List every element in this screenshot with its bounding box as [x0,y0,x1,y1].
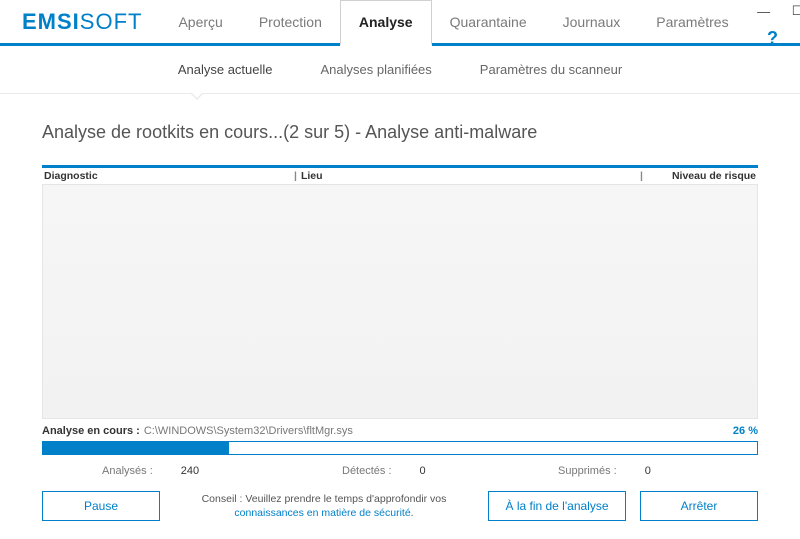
col-lieu: |Lieu [292,170,638,182]
maximize-button[interactable]: ☐ [781,0,800,22]
stat-detected: Détectés : 0 [302,465,538,477]
tip-suffix: . [411,507,414,519]
tab-journaux[interactable]: Journaux [545,0,639,43]
stat-deleted: Supprimés : 0 [538,465,758,477]
subtab-analyse-actuelle[interactable]: Analyse actuelle [178,62,273,77]
tab-label: Quarantaine [450,14,527,30]
subtab-analyses-planifiees[interactable]: Analyses planifiées [321,62,432,77]
tab-parametres[interactable]: Paramètres [638,0,746,43]
tab-label: Analyse [359,14,413,30]
brand-bold: EMSI [22,9,80,35]
footer-bar: Pause Conseil : Veuillez prendre le temp… [42,483,758,521]
help-icon: ? [767,28,778,48]
stat-value: 240 [181,465,199,477]
scan-stats: Analysés : 240 Détectés : 0 Supprimés : … [42,455,758,483]
brand-logo: EMSISOFT [0,0,160,43]
minimize-icon: — [757,4,770,19]
page-title: Analyse de rootkits en cours...(2 sur 5)… [42,122,758,143]
subtab-label: Analyse actuelle [178,62,273,77]
stat-value: 0 [420,465,426,477]
subtab-label: Analyses planifiées [321,62,432,77]
results-list[interactable] [42,184,758,419]
tip-link-label: connaissances en matière de sécurité [234,507,410,519]
stat-analysed: Analysés : 240 [42,465,302,477]
col-risque: | Niveau de risque [638,170,758,182]
stat-label: Supprimés : [558,465,617,477]
subtab-label: Paramètres du scanneur [480,62,622,77]
sub-nav: Analyse actuelle Analyses planifiées Par… [0,46,800,94]
topbar: EMSISOFT Aperçu Protection Analyse Quara… [0,0,800,46]
stat-label: Analysés : [102,465,153,477]
progress-bar-fill [43,442,229,454]
col-risque-label: Niveau de risque [672,170,756,182]
col-lieu-label: Lieu [301,170,323,182]
col-sep-icon: | [640,170,647,182]
stop-button[interactable]: Arrêter [640,491,758,521]
active-caret-icon [190,93,204,100]
tab-label: Journaux [563,14,621,30]
maximize-icon: ☐ [792,3,800,19]
tab-analyse[interactable]: Analyse [340,0,432,46]
col-diagnostic: Diagnostic [42,170,292,182]
button-label: Pause [84,499,118,513]
col-sep-icon: | [294,170,301,182]
content-area: Analyse de rootkits en cours...(2 sur 5)… [0,94,800,539]
main-nav: Aperçu Protection Analyse Quarantaine Jo… [160,0,746,43]
pause-button[interactable]: Pause [42,491,160,521]
app-window: EMSISOFT Aperçu Protection Analyse Quara… [0,0,800,539]
scan-status-line: Analyse en cours : C:\WINDOWS\System32\D… [42,419,758,437]
stat-value: 0 [645,465,651,477]
minimize-button[interactable]: — [747,0,781,22]
scan-current-path: C:\WINDOWS\System32\Drivers\fltMgr.sys [144,425,733,437]
brand-light: SOFT [80,9,143,35]
stat-label: Détectés : [342,465,392,477]
subtab-parametres-scanneur[interactable]: Paramètres du scanneur [480,62,622,77]
tab-label: Paramètres [656,14,728,30]
tab-apercu[interactable]: Aperçu [160,0,240,43]
scan-percent: 26 % [733,425,758,437]
tip-link[interactable]: connaissances en matière de sécurité [234,507,410,519]
button-label: Arrêter [681,499,718,513]
tab-label: Aperçu [178,14,222,30]
results-columns: Diagnostic |Lieu |Niveau de risque [42,165,758,182]
tip-prefix: Conseil : Veuillez prendre le temps d'ap… [202,493,447,505]
tab-protection[interactable]: Protection [241,0,340,43]
tab-label: Protection [259,14,322,30]
scan-label: Analyse en cours : [42,425,140,437]
tab-quarantaine[interactable]: Quarantaine [432,0,545,43]
tip-text: Conseil : Veuillez prendre le temps d'ap… [174,492,474,520]
progress-bar [42,441,758,455]
button-label: À la fin de l'analyse [505,499,608,513]
at-end-button[interactable]: À la fin de l'analyse [488,491,626,521]
